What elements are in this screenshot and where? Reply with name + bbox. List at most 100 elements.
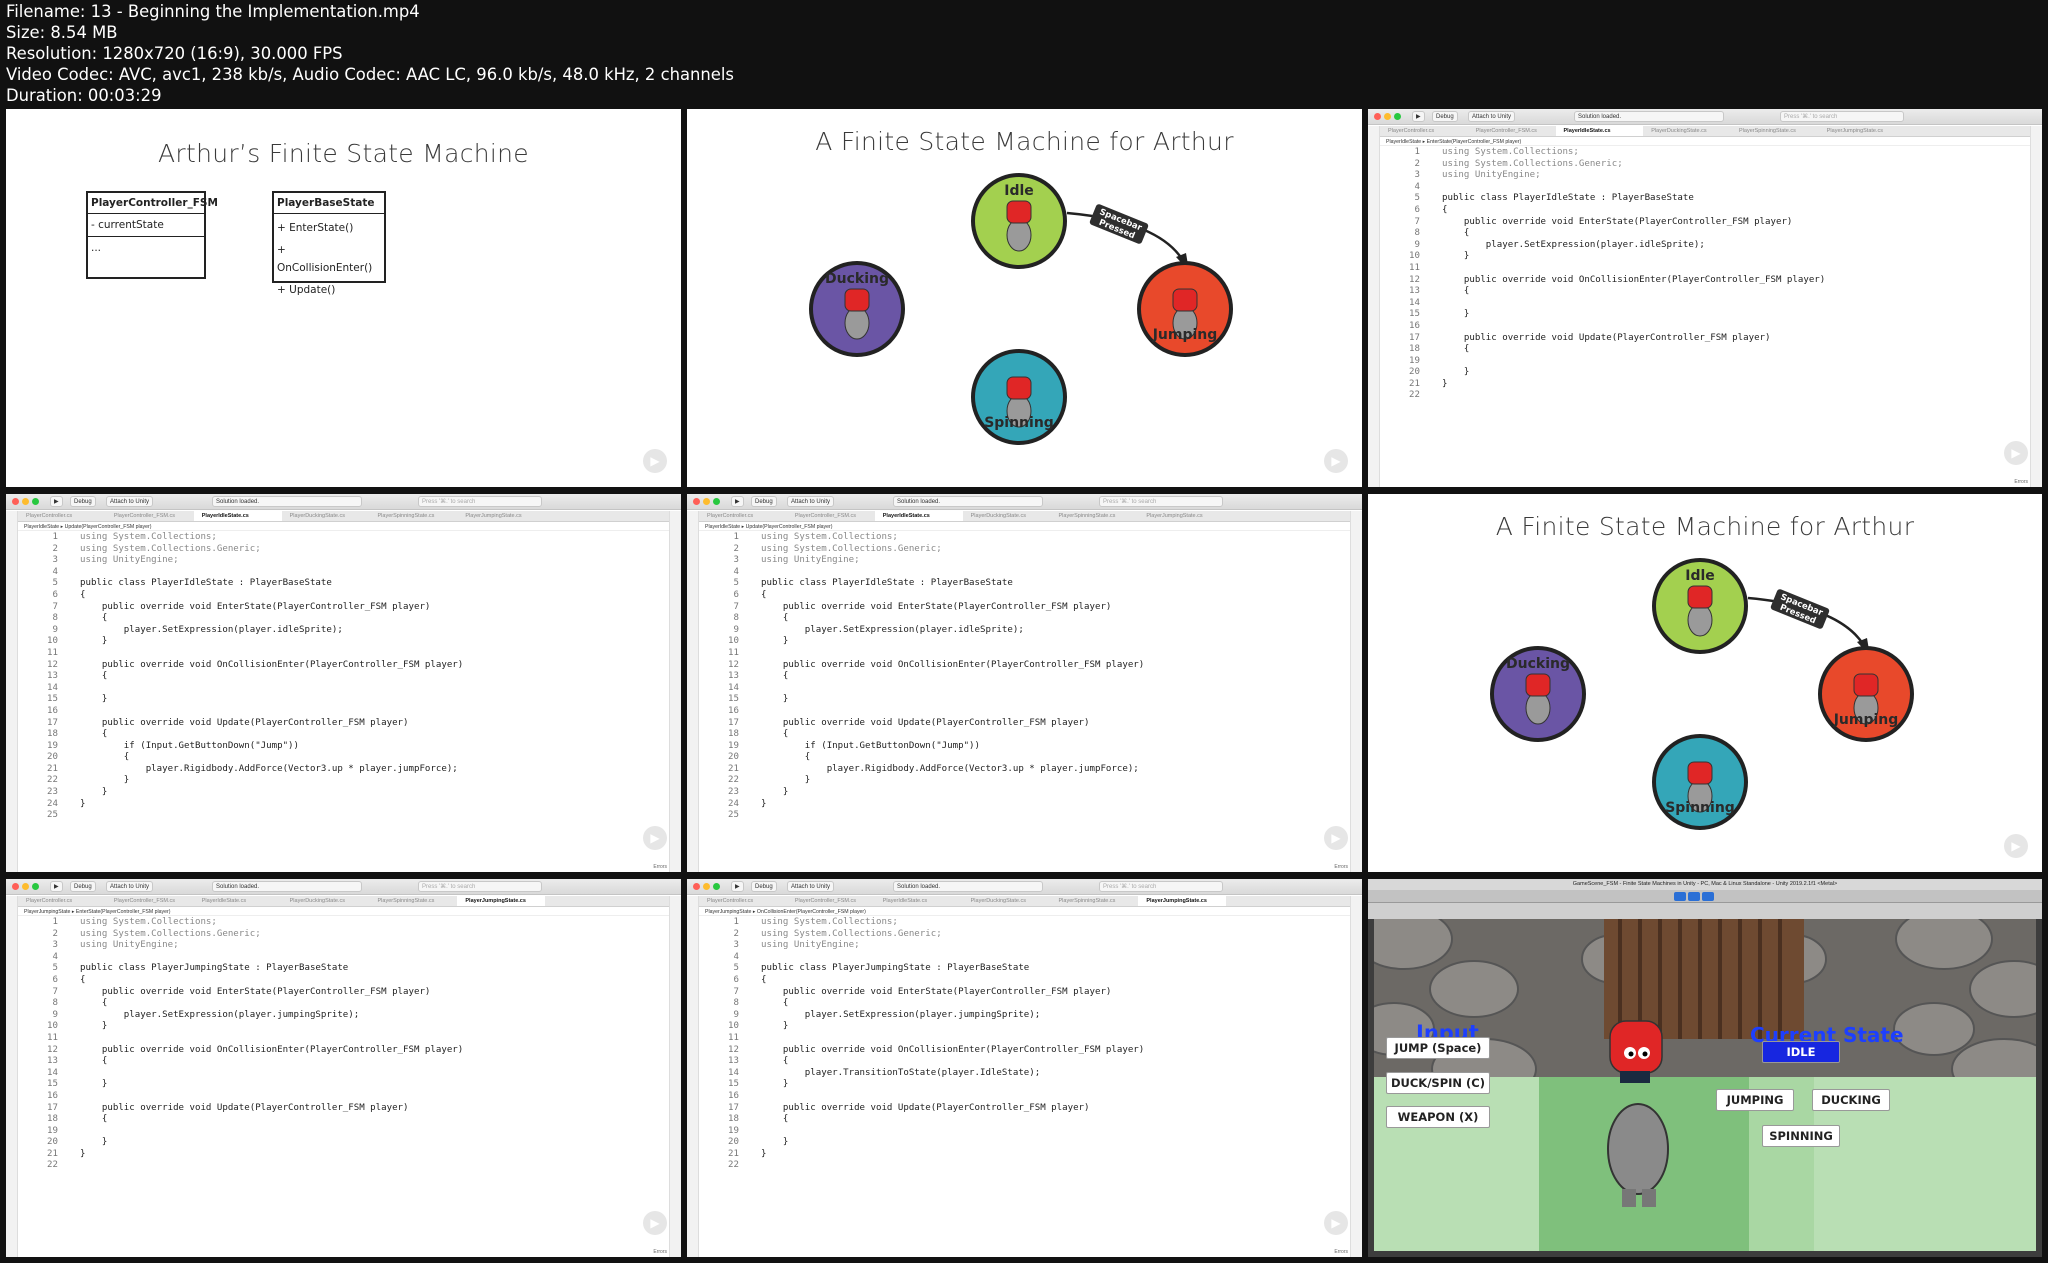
minimize-window-button[interactable] (22, 883, 29, 890)
thumbnail-ide-idle-state-update[interactable]: ▶ Debug Attach to Unity Solution loaded. Pre… (6, 494, 681, 872)
tab-playerspinningstate[interactable]: PlayerSpinningState.cs (370, 896, 458, 906)
jump-button[interactable]: JUMP (Space) (1386, 1037, 1490, 1059)
tab-playeridlestate[interactable]: PlayerIdleState.cs (874, 511, 963, 521)
tab-playerspinningstate[interactable]: PlayerSpinningState.cs (1051, 511, 1139, 521)
thumbnail-unity-editor[interactable]: GameScene_FSM - Finite State Machines in… (1368, 879, 2042, 1257)
thumbnail-ide-jumping-state[interactable]: ▶ Debug Attach to Unity Solution loaded. Pre… (6, 879, 681, 1257)
search-input[interactable]: Press '⌘.' to search (418, 881, 542, 892)
configuration-select[interactable]: Debug (1432, 111, 1458, 122)
minimize-window-button[interactable] (703, 883, 710, 890)
zoom-window-button[interactable] (1394, 113, 1401, 120)
close-window-button[interactable] (693, 883, 700, 890)
tab-playercontroller_fsm[interactable]: PlayerController_FSM.cs (787, 896, 875, 906)
tab-playercontroller[interactable]: PlayerController.cs (18, 511, 106, 521)
zoom-window-button[interactable] (713, 883, 720, 890)
tab-playeridlestate[interactable]: PlayerIdleState.cs (194, 896, 282, 906)
play-icon[interactable]: ▶ (643, 826, 667, 850)
code-editor[interactable]: 1 using System.Collections; 2 using System.… (1380, 147, 2030, 402)
play-icon[interactable]: ▶ (643, 449, 667, 473)
step-icon[interactable] (1702, 892, 1714, 901)
tab-playercontroller[interactable]: PlayerController.cs (18, 896, 106, 906)
close-window-button[interactable] (693, 498, 700, 505)
run-button[interactable]: ▶ (50, 881, 63, 892)
tab-playercontroller_fsm[interactable]: PlayerController_FSM.cs (106, 511, 194, 521)
code-editor[interactable]: 1 using System.Collections; 2 using System.… (18, 917, 669, 1172)
tab-playercontroller[interactable]: PlayerController.cs (699, 511, 787, 521)
thumbnail-ide-idle-state-update[interactable]: ▶ Debug Attach to Unity Solution loaded. Pre… (687, 494, 1362, 872)
breadcrumb[interactable]: PlayerIdleState ▸ Update(PlayerControlle… (18, 523, 669, 531)
tab-playerduckingstate[interactable]: PlayerDuckingState.cs (1643, 126, 1731, 136)
tab-playerjumpingstate[interactable]: PlayerJumpingState.cs (1819, 126, 1907, 136)
minimize-window-button[interactable] (1384, 113, 1391, 120)
tab-playerduckingstate[interactable]: PlayerDuckingState.cs (963, 896, 1051, 906)
breadcrumb[interactable]: PlayerJumpingState ▸ EnterState(PlayerCo… (18, 908, 669, 916)
breadcrumb[interactable]: PlayerIdleState ▸ Update(PlayerControlle… (699, 523, 1350, 531)
tab-playercontroller[interactable]: PlayerController.cs (1380, 126, 1468, 136)
breadcrumb[interactable]: PlayerJumpingState ▸ OnCollisionEnter(Pl… (699, 908, 1350, 916)
attach-target-select[interactable]: Attach to Unity (106, 881, 154, 892)
tab-playerjumpingstate[interactable]: PlayerJumpingState.cs (1138, 896, 1227, 906)
run-button[interactable]: ▶ (731, 496, 744, 507)
play-icon[interactable] (1674, 892, 1686, 901)
tab-playercontroller_fsm[interactable]: PlayerController_FSM.cs (106, 896, 194, 906)
configuration-select[interactable]: Debug (751, 496, 777, 507)
tab-playerjumpingstate[interactable]: PlayerJumpingState.cs (1138, 511, 1226, 521)
run-button[interactable]: ▶ (1412, 111, 1425, 122)
errors-indicator[interactable]: Errors (2014, 479, 2028, 485)
play-icon[interactable]: ▶ (1324, 449, 1348, 473)
tab-playerduckingstate[interactable]: PlayerDuckingState.cs (963, 511, 1051, 521)
tab-playerduckingstate[interactable]: PlayerDuckingState.cs (282, 511, 370, 521)
thumbnail-uml-slide[interactable]: Arthur’s Finite State Machine PlayerCont… (6, 109, 681, 487)
run-button[interactable]: ▶ (50, 496, 63, 507)
attach-target-select[interactable]: Attach to Unity (1468, 111, 1516, 122)
tab-playerduckingstate[interactable]: PlayerDuckingState.cs (282, 896, 370, 906)
duck-spin-button[interactable]: DUCK/SPIN (C) (1386, 1072, 1490, 1094)
play-icon[interactable]: ▶ (2004, 834, 2028, 858)
tab-playercontroller_fsm[interactable]: PlayerController_FSM.cs (787, 511, 875, 521)
tab-playeridlestate[interactable]: PlayerIdleState.cs (1555, 126, 1644, 136)
zoom-window-button[interactable] (713, 498, 720, 505)
close-window-button[interactable] (12, 883, 19, 890)
tab-playeridlestate[interactable]: PlayerIdleState.cs (875, 896, 963, 906)
code-editor[interactable]: 1 using System.Collections; 2 using System.… (699, 917, 1350, 1172)
code-editor[interactable]: 1 using System.Collections; 2 using System.… (18, 532, 669, 822)
attach-target-select[interactable]: Attach to Unity (787, 881, 835, 892)
tab-playerjumpingstate[interactable]: PlayerJumpingState.cs (457, 511, 545, 521)
breadcrumb[interactable]: PlayerIdleState ▸ EnterState(PlayerContr… (1380, 138, 2030, 146)
configuration-select[interactable]: Debug (751, 881, 777, 892)
tab-playerspinningstate[interactable]: PlayerSpinningState.cs (1731, 126, 1819, 136)
minimize-window-button[interactable] (703, 498, 710, 505)
search-input[interactable]: Press '⌘.' to search (418, 496, 542, 507)
search-input[interactable]: Press '⌘.' to search (1099, 881, 1223, 892)
close-window-button[interactable] (1374, 113, 1381, 120)
weapon-button[interactable]: WEAPON (X) (1386, 1106, 1490, 1128)
thumbnail-fsm-slide[interactable]: A Finite State Machine for Arthur Spaceb… (687, 109, 1362, 487)
attach-target-select[interactable]: Attach to Unity (106, 496, 154, 507)
code-editor[interactable]: 1 using System.Collections; 2 using System.… (699, 532, 1350, 822)
configuration-select[interactable]: Debug (70, 496, 96, 507)
errors-indicator[interactable]: Errors (1334, 1249, 1348, 1255)
play-icon[interactable]: ▶ (1324, 826, 1348, 850)
zoom-window-button[interactable] (32, 883, 39, 890)
errors-indicator[interactable]: Errors (653, 1249, 667, 1255)
configuration-select[interactable]: Debug (70, 881, 96, 892)
thumbnail-ide-idle-state[interactable]: ▶ Debug Attach to Unity Solution loaded. Pre… (1368, 109, 2042, 487)
run-button[interactable]: ▶ (731, 881, 744, 892)
attach-target-select[interactable]: Attach to Unity (787, 496, 835, 507)
tab-playercontroller[interactable]: PlayerController.cs (699, 896, 787, 906)
tab-playercontroller_fsm[interactable]: PlayerController_FSM.cs (1468, 126, 1556, 136)
thumbnail-fsm-slide[interactable]: A Finite State Machine for Arthur Spaceb… (1368, 494, 2042, 872)
tab-playerspinningstate[interactable]: PlayerSpinningState.cs (370, 511, 458, 521)
tab-playerspinningstate[interactable]: PlayerSpinningState.cs (1051, 896, 1139, 906)
search-input[interactable]: Press '⌘.' to search (1099, 496, 1223, 507)
tab-playerjumpingstate[interactable]: PlayerJumpingState.cs (457, 896, 546, 906)
game-view[interactable]: Input Current State JUMP (Space) DUCK/SP… (1374, 919, 2036, 1251)
minimize-window-button[interactable] (22, 498, 29, 505)
thumbnail-ide-jumping-state-collision[interactable]: ▶ Debug Attach to Unity Solution loaded. Pre… (687, 879, 1362, 1257)
pause-icon[interactable] (1688, 892, 1700, 901)
search-input[interactable]: Press '⌘.' to search (1780, 111, 1904, 122)
zoom-window-button[interactable] (32, 498, 39, 505)
play-icon[interactable]: ▶ (2004, 441, 2028, 465)
close-window-button[interactable] (12, 498, 19, 505)
tab-playeridlestate[interactable]: PlayerIdleState.cs (193, 511, 282, 521)
